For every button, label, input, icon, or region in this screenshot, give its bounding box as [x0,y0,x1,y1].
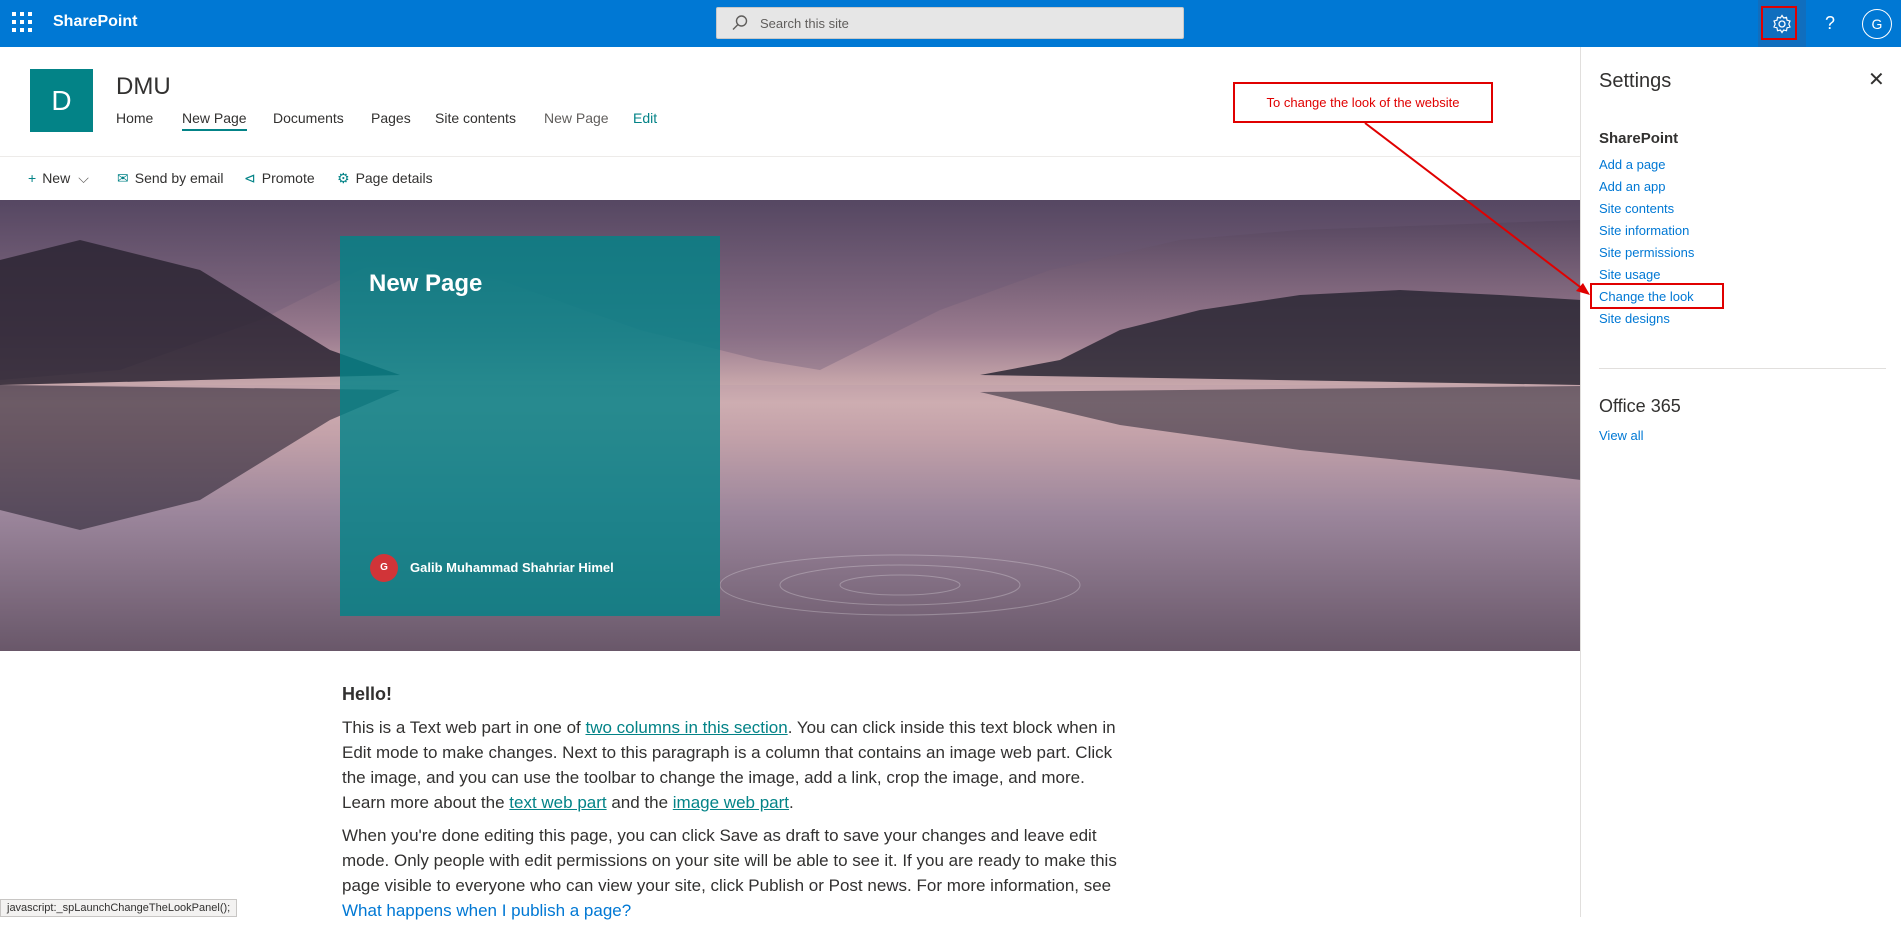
view-all-link[interactable]: View all [1599,428,1644,443]
help-button[interactable]: ? [1806,0,1854,47]
nav-new-page-2[interactable]: New Page [544,110,609,126]
two-columns-link[interactable]: two columns in this section [585,718,787,737]
new-label: New [42,170,71,186]
nav-pages[interactable]: Pages [371,110,411,126]
details-label: Page details [355,170,433,186]
paragraph-2: When you're done editing this page, you … [342,823,1132,923]
close-icon[interactable]: ✕ [1868,67,1885,92]
plus-icon: + [28,170,37,186]
page-title-box: New Page G Galib Muhammad Shahriar Himel [340,236,720,616]
panel-divider [1599,368,1886,369]
hero-banner[interactable]: New Page G Galib Muhammad Shahriar Himel [0,200,1581,651]
sharepoint-heading: SharePoint [1599,130,1679,147]
paragraph-1: This is a Text web part in one of two co… [342,715,1132,815]
site-title[interactable]: DMU [116,73,171,101]
p1-text-c: and the [606,793,673,812]
mail-icon: ✉ [117,170,129,186]
add-an-app-link[interactable]: Add an app [1599,177,1694,199]
app-launcher-icon[interactable] [12,12,34,34]
gear-highlight-box [1761,6,1797,40]
change-the-look-highlight-box [1590,283,1724,309]
nav-new-page[interactable]: New Page [182,110,247,131]
send-by-email-button[interactable]: ✉ Send by email [117,170,223,187]
site-information-link[interactable]: Site information [1599,221,1694,243]
suite-bar: SharePoint Search this site ? G [0,0,1901,47]
site-logo[interactable]: D [30,69,93,132]
content-heading: Hello! [342,684,393,704]
promote-button[interactable]: ⊲ Promote [244,170,315,187]
user-avatar[interactable]: G [1862,9,1892,39]
text-web-part-link[interactable]: text web part [509,793,606,812]
site-permissions-link[interactable]: Site permissions [1599,243,1694,265]
new-button[interactable]: + New ⌵ [28,170,89,187]
author-avatar[interactable]: G [370,554,398,582]
nav-home[interactable]: Home [116,110,153,126]
settings-panel: Settings ✕ SharePoint Add a page Add an … [1580,47,1901,917]
search-placeholder: Search this site [760,16,849,31]
p1-text-a: This is a Text web part in one of [342,718,586,737]
page-details-button[interactable]: ⚙ Page details [337,170,433,187]
settings-title: Settings [1599,70,1672,92]
megaphone-icon: ⊲ [244,170,256,186]
nav-site-contents[interactable]: Site contents [435,110,516,126]
image-web-part-link[interactable]: image web part [673,793,789,812]
publish-help-link[interactable]: What happens when I publish a page? [342,901,631,920]
page-title: New Page [369,270,483,297]
promote-label: Promote [261,170,315,186]
author-name[interactable]: Galib Muhammad Shahriar Himel [410,560,614,575]
nav-edit[interactable]: Edit [633,110,657,126]
app-name[interactable]: SharePoint [53,13,137,31]
text-web-part: Hello! This is a Text web part in one of… [342,684,1132,931]
command-bar: + New ⌵ ✉ Send by email ⊲ Promote ⚙ Page deta… [0,158,1580,200]
lake-landscape-image [0,200,1581,651]
p2-text-a: When you're done editing this page, you … [342,826,1117,895]
search-icon [732,15,748,30]
chevron-down-icon: ⌵ [78,170,89,186]
site-designs-link[interactable]: Site designs [1599,309,1694,331]
site-contents-link[interactable]: Site contents [1599,199,1694,221]
nav-documents[interactable]: Documents [273,110,344,126]
annotation-callout: To change the look of the website [1233,82,1493,123]
send-label: Send by email [134,170,224,186]
browser-status-bar: javascript:_spLaunchChangeTheLookPanel()… [0,899,238,917]
search-box[interactable]: Search this site [716,7,1184,39]
office-365-heading: Office 365 [1599,396,1681,416]
gear-icon: ⚙ [337,170,350,186]
p1-text-d: . [789,793,794,812]
add-a-page-link[interactable]: Add a page [1599,155,1694,177]
